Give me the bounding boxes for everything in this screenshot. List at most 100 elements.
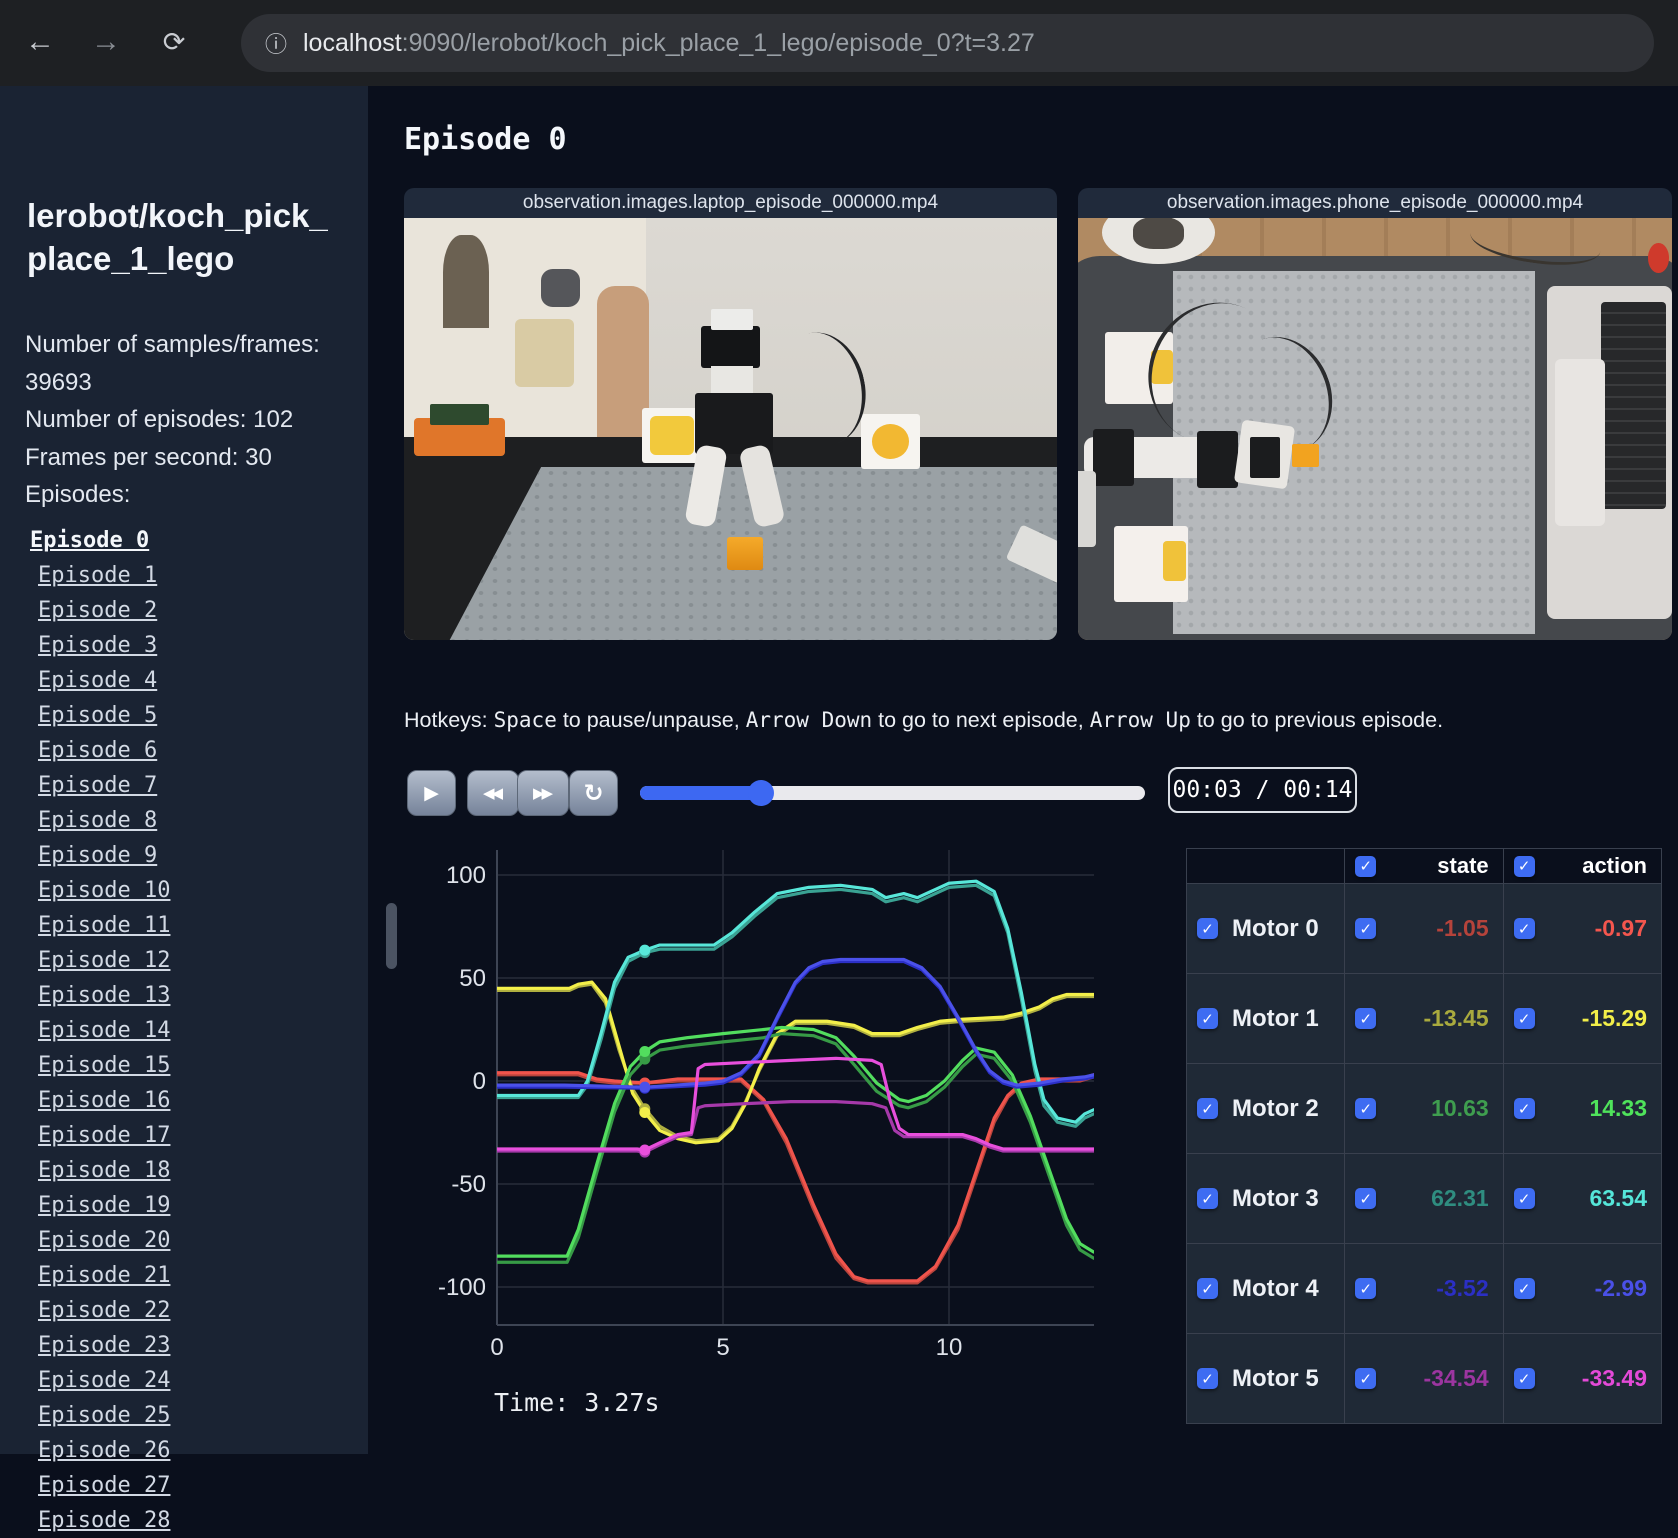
page-title: Episode 0: [404, 122, 567, 157]
checkbox[interactable]: [1197, 918, 1218, 939]
sidebar-episode-link[interactable]: Episode 3: [0, 628, 368, 663]
hotkey-segment: Space: [493, 708, 557, 732]
checkbox[interactable]: [1513, 918, 1535, 939]
motor-name: Motor 0: [1232, 914, 1319, 942]
checkbox[interactable]: [1355, 918, 1377, 939]
hug-emoji-icon: [871, 424, 910, 460]
loop-button[interactable]: ↻: [569, 770, 618, 816]
camera-on-shirt: [541, 268, 581, 307]
sidebar-episode-link[interactable]: Episode 20: [0, 1223, 368, 1258]
checkbox[interactable]: [1197, 1188, 1218, 1209]
sidebar-episode-link[interactable]: Episode 28: [0, 1503, 368, 1538]
reload-icon[interactable]: ⟳: [152, 20, 196, 64]
sidebar-episode-link[interactable]: Episode 23: [0, 1328, 368, 1363]
sidebar-episode-link[interactable]: Episode 18: [0, 1153, 368, 1188]
checkbox[interactable]: [1355, 1008, 1377, 1029]
sidebar-episode-link[interactable]: Episode 0: [0, 523, 368, 558]
checkbox[interactable]: [1355, 1368, 1377, 1389]
checkbox[interactable]: [1197, 1278, 1218, 1299]
arm: [596, 285, 649, 463]
sidebar-episode-link[interactable]: Episode 10: [0, 873, 368, 908]
sidebar-episode-link[interactable]: Episode 16: [0, 1083, 368, 1118]
sidebar: lerobot/koch_pick_place_1_lego Number of…: [0, 86, 368, 1533]
lego-brick: [1291, 443, 1319, 467]
browser-chrome: ← → ⟳ ⓘ localhost:9090/lerobot/koch_pick…: [0, 0, 1678, 86]
robot-camera: [701, 325, 760, 368]
sidebar-episode-link[interactable]: Episode 12: [0, 943, 368, 978]
play-button[interactable]: ▶: [407, 770, 456, 816]
sidebar-episode-link[interactable]: Episode 25: [0, 1398, 368, 1433]
sidebar-episode-link[interactable]: Episode 13: [0, 978, 368, 1013]
sidebar-episode-link[interactable]: Episode 24: [0, 1363, 368, 1398]
back-icon[interactable]: ←: [18, 20, 62, 64]
svg-text:5: 5: [716, 1334, 729, 1361]
sidebar-episode-link[interactable]: Episode 15: [0, 1048, 368, 1083]
checkbox[interactable]: [1513, 1278, 1535, 1299]
url-bar[interactable]: ⓘ localhost:9090/lerobot/koch_pick_place…: [241, 14, 1654, 72]
checkbox[interactable]: [1197, 1098, 1218, 1119]
sticker-icon: [1162, 541, 1187, 581]
sidebar-episode-link[interactable]: Episode 7: [0, 768, 368, 803]
svg-text:-100: -100: [438, 1274, 486, 1301]
laptop: [1547, 285, 1672, 619]
sidebar-episode-link[interactable]: Episode 4: [0, 663, 368, 698]
sidebar-episode-link[interactable]: Episode 26: [0, 1433, 368, 1468]
sidebar-episode-link[interactable]: Episode 2: [0, 593, 368, 628]
shirt-graphic: [515, 319, 574, 387]
sidebar-episode-link[interactable]: Episode 27: [0, 1468, 368, 1503]
sidebar-episode-link[interactable]: Episode 6: [0, 733, 368, 768]
box-bottom: [1113, 526, 1188, 602]
seek-slider[interactable]: [640, 780, 1145, 806]
motor-name: Motor 5: [1232, 1364, 1319, 1392]
episode-list: Episode 0 Episode 1 Episode 2 Episode 3 Epis…: [0, 523, 368, 1538]
fast-forward-button[interactable]: ▶▶: [517, 770, 569, 816]
sidebar-episode-link[interactable]: Episode 19: [0, 1188, 368, 1223]
stat-line: Number of samples/frames: 39693: [25, 331, 320, 396]
checkbox[interactable]: [1513, 1188, 1535, 1209]
robot-joint: [1196, 431, 1239, 489]
scrollbar-thumb[interactable]: [386, 903, 397, 969]
motor-name: Motor 1: [1232, 1004, 1319, 1032]
checkbox[interactable]: [1513, 1098, 1535, 1119]
sidebar-episode-link[interactable]: Episode 22: [0, 1293, 368, 1328]
motor-state-value: -1.05: [1436, 915, 1489, 941]
sidebar-episode-link[interactable]: Episode 17: [0, 1118, 368, 1153]
svg-text:50: 50: [459, 965, 486, 992]
sidebar-episode-link[interactable]: Episode 14: [0, 1013, 368, 1048]
stat-line: Frames per second: 30: [25, 443, 272, 471]
sidebar-episode-link[interactable]: Episode 11: [0, 908, 368, 943]
checkbox[interactable]: [1355, 855, 1377, 877]
hotkey-segment: Hotkeys:: [404, 708, 494, 732]
seek-slider-thumb[interactable]: [748, 780, 775, 806]
sidebar-episode-link[interactable]: Episode 8: [0, 803, 368, 838]
seek-slider-fill: [640, 786, 762, 800]
svg-text:10: 10: [936, 1334, 963, 1361]
robot-joint: [1092, 429, 1135, 486]
dataset-title: lerobot/koch_pick_place_1_lego: [27, 197, 328, 277]
video-player-laptop[interactable]: observation.images.laptop_episode_000000…: [404, 188, 1057, 640]
hotkey-segment: Arrow Up: [1089, 708, 1191, 732]
checkbox[interactable]: [1355, 1278, 1377, 1299]
checkbox[interactable]: [1355, 1098, 1377, 1119]
motor-name: Motor 3: [1232, 1184, 1319, 1212]
page-info-icon[interactable]: ⓘ: [259, 26, 293, 60]
checkbox[interactable]: [1513, 1368, 1535, 1389]
sidebar-episode-link[interactable]: Episode 9: [0, 838, 368, 873]
trackpad: [1554, 358, 1605, 526]
checkbox[interactable]: [1197, 1008, 1218, 1029]
svg-text:0: 0: [473, 1068, 486, 1095]
checkbox[interactable]: [1355, 1188, 1377, 1209]
keyboard: [1600, 302, 1666, 509]
checkbox[interactable]: [1197, 1368, 1218, 1389]
sidebar-episode-link[interactable]: Episode 5: [0, 698, 368, 733]
sidebar-episode-link[interactable]: Episode 1: [0, 558, 368, 593]
chart-time-label: Time: 3.27s: [494, 1388, 660, 1417]
checkbox[interactable]: [1513, 855, 1535, 877]
video-player-phone[interactable]: observation.images.phone_episode_000000.…: [1078, 188, 1672, 640]
motor-action-value: -33.49: [1581, 1365, 1647, 1391]
table-row: Motor 2 10.63 14.33: [1185, 1063, 1663, 1154]
checkbox[interactable]: [1513, 1008, 1535, 1029]
forward-icon[interactable]: →: [84, 20, 128, 64]
sidebar-episode-link[interactable]: Episode 21: [0, 1258, 368, 1293]
rewind-button[interactable]: ◀◀: [467, 770, 519, 816]
